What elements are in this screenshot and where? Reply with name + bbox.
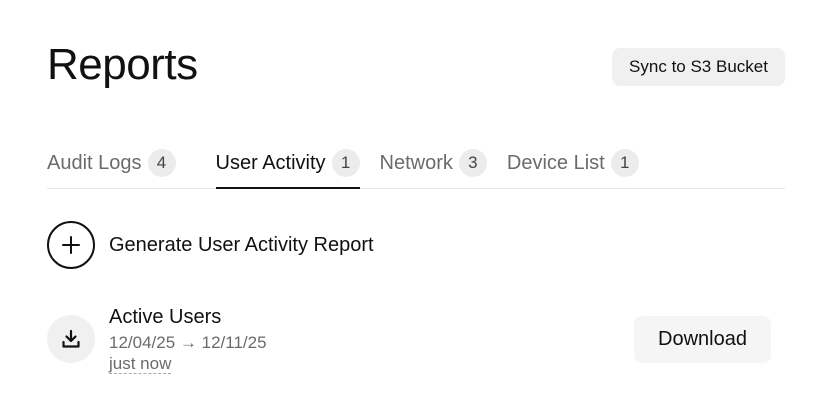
sync-to-s3-button[interactable]: Sync to S3 Bucket <box>612 48 785 86</box>
download-icon <box>47 315 95 363</box>
tab-count-badge: 1 <box>331 149 360 177</box>
report-date-range: 12/04/25 → 12/11/25 <box>109 333 267 352</box>
tab-device-list[interactable]: Device List 1 <box>507 138 639 188</box>
report-row: Active Users 12/04/25 → 12/11/25 just no… <box>47 305 772 377</box>
report-timestamp: just now <box>109 354 172 374</box>
tab-label: User Activity <box>215 151 326 174</box>
tab-user-activity[interactable]: User Activity 1 <box>215 138 360 189</box>
plus-icon <box>47 221 95 269</box>
tab-count-badge: 4 <box>147 149 176 177</box>
page-title: Reports <box>47 40 198 89</box>
generate-report-label: Generate User Activity Report <box>109 233 374 256</box>
tab-network[interactable]: Network 3 <box>380 138 487 188</box>
tab-label: Device List <box>506 151 605 174</box>
tab-count-badge: 1 <box>610 149 639 177</box>
download-button[interactable]: Download <box>634 316 771 363</box>
tab-label: Network <box>379 151 453 174</box>
tab-count-badge: 3 <box>458 149 487 177</box>
generate-report-button[interactable]: Generate User Activity Report <box>47 221 374 269</box>
report-tabs: Audit Logs 4 User Activity 1 Network 3 D… <box>47 138 785 189</box>
report-name: Active Users <box>109 306 222 328</box>
tab-audit-logs[interactable]: Audit Logs 4 <box>47 138 176 188</box>
tab-label: Audit Logs <box>47 151 142 174</box>
